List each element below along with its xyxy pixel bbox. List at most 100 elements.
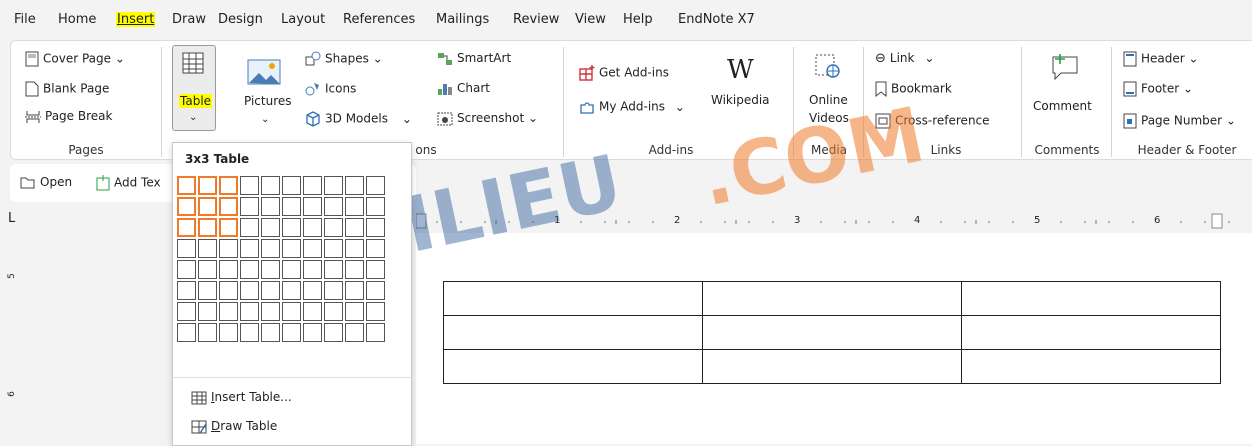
grid-cell[interactable] [240,239,259,258]
menu-mailings[interactable]: Mailings [436,12,489,27]
grid-cell[interactable] [366,197,385,216]
grid-cell[interactable] [198,239,217,258]
my-addins-button[interactable]: My Add-ins ⌄ [579,99,685,115]
grid-cell[interactable] [345,302,364,321]
grid-cell-selected[interactable] [177,218,196,237]
tab-selector-icon[interactable]: L [8,211,15,226]
document-table[interactable] [443,281,1221,384]
menu-review[interactable]: Review [513,12,559,27]
grid-cell[interactable] [345,218,364,237]
table-cell[interactable] [961,281,1221,316]
shapes-button[interactable]: Shapes ⌄ [305,51,383,67]
grid-cell-selected[interactable] [177,197,196,216]
grid-cell[interactable] [261,281,280,300]
grid-cell[interactable] [261,302,280,321]
comment-button[interactable]: Comment [1031,53,1103,133]
grid-cell[interactable] [240,323,259,342]
grid-cell[interactable] [303,176,322,195]
grid-cell[interactable] [177,281,196,300]
3d-models-button[interactable]: 3D Models ⌄ [305,111,412,127]
grid-cell[interactable] [198,323,217,342]
screenshot-button[interactable]: Screenshot ⌄ [437,111,538,126]
grid-cell[interactable] [324,323,343,342]
grid-cell-selected[interactable] [177,176,196,195]
grid-cell[interactable] [303,218,322,237]
footer-button[interactable]: Footer ⌄ [1123,81,1193,97]
table-size-grid[interactable] [177,176,385,342]
grid-cell[interactable] [219,260,238,279]
table-button[interactable]: Table ⌄ [172,45,216,131]
grid-cell[interactable] [345,176,364,195]
table-cell[interactable] [443,281,703,316]
get-addins-button[interactable]: Get Add-ins [579,65,669,81]
menu-endnote[interactable]: EndNote X7 [678,12,755,27]
grid-cell[interactable] [282,281,301,300]
grid-cell[interactable] [282,197,301,216]
blank-page-button[interactable]: Blank Page [25,81,109,97]
wikipedia-button[interactable]: W Wikipedia [711,55,781,125]
link-button[interactable]: ⊖ Link ⌄ [875,51,934,66]
grid-cell[interactable] [324,239,343,258]
chart-button[interactable]: Chart [437,81,490,96]
grid-cell[interactable] [282,176,301,195]
grid-cell[interactable] [345,281,364,300]
add-text-button[interactable]: Add Tex [96,175,161,191]
menu-layout[interactable]: Layout [281,12,325,27]
grid-cell[interactable] [345,239,364,258]
grid-cell[interactable] [345,323,364,342]
menu-insert[interactable]: Insert [116,12,156,27]
grid-cell[interactable] [324,281,343,300]
grid-cell[interactable] [198,302,217,321]
grid-cell[interactable] [240,218,259,237]
grid-cell[interactable] [177,323,196,342]
grid-cell[interactable] [282,260,301,279]
insert-table-menu-item[interactable]: Insert Table... [191,390,292,405]
grid-cell[interactable] [282,239,301,258]
grid-cell[interactable] [324,197,343,216]
grid-cell[interactable] [366,281,385,300]
grid-cell[interactable] [282,323,301,342]
open-button[interactable]: Open [20,175,72,190]
grid-cell[interactable] [324,218,343,237]
grid-cell[interactable] [261,218,280,237]
grid-cell[interactable] [366,302,385,321]
grid-cell[interactable] [240,302,259,321]
smartart-button[interactable]: SmartArt [437,51,511,66]
grid-cell-selected[interactable] [198,176,217,195]
grid-cell-selected[interactable] [219,176,238,195]
grid-cell[interactable] [219,302,238,321]
grid-cell[interactable] [282,218,301,237]
grid-cell[interactable] [366,239,385,258]
grid-cell[interactable] [177,239,196,258]
grid-cell[interactable] [303,323,322,342]
grid-cell-selected[interactable] [219,197,238,216]
grid-cell[interactable] [240,176,259,195]
table-cell[interactable] [443,349,703,384]
grid-cell[interactable] [240,260,259,279]
grid-cell[interactable] [198,260,217,279]
grid-cell[interactable] [240,197,259,216]
grid-cell[interactable] [219,323,238,342]
menu-references[interactable]: References [343,12,415,27]
grid-cell-selected[interactable] [219,218,238,237]
grid-cell[interactable] [345,260,364,279]
menu-file[interactable]: File [14,12,36,27]
grid-cell[interactable] [261,239,280,258]
grid-cell[interactable] [303,302,322,321]
draw-table-menu-item[interactable]: Draw Table [191,419,277,434]
grid-cell[interactable] [303,281,322,300]
menu-draw[interactable]: Draw [172,12,206,27]
grid-cell[interactable] [303,260,322,279]
grid-cell[interactable] [177,260,196,279]
grid-cell[interactable] [345,197,364,216]
menu-help[interactable]: Help [623,12,653,27]
grid-cell[interactable] [324,260,343,279]
page-break-button[interactable]: Page Break [25,109,112,124]
grid-cell[interactable] [303,239,322,258]
table-cell[interactable] [702,349,962,384]
table-cell[interactable] [702,281,962,316]
grid-cell[interactable] [177,302,196,321]
grid-cell[interactable] [366,176,385,195]
menu-design[interactable]: Design [218,12,263,27]
table-cell[interactable] [702,315,962,350]
